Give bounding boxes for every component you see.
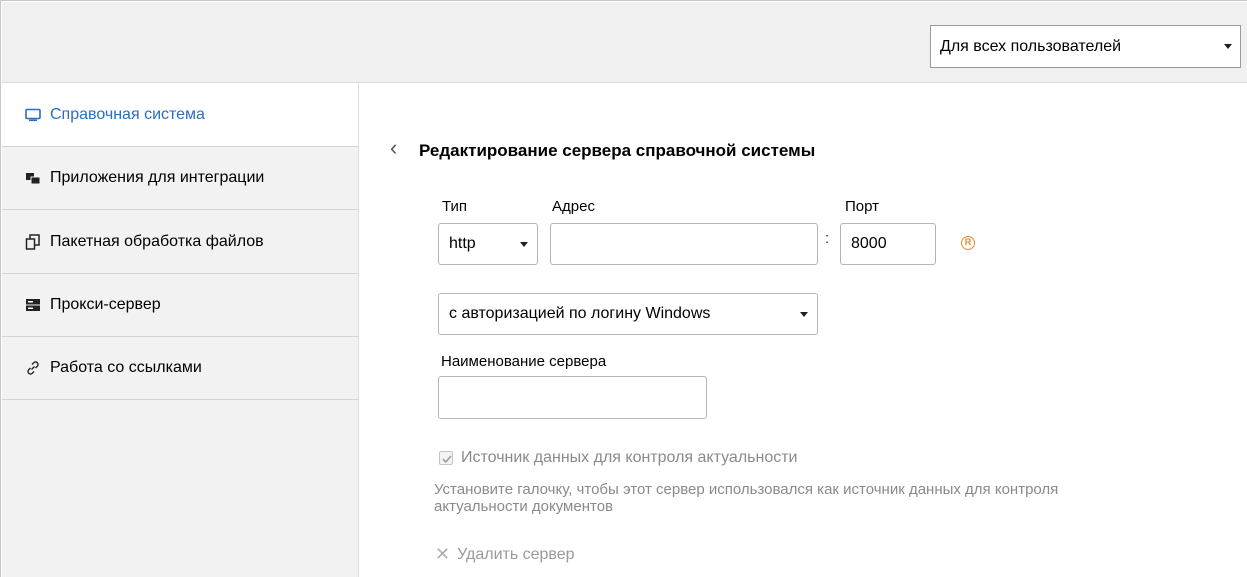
server-name-input[interactable]: [438, 376, 707, 419]
link-icon: [24, 359, 42, 377]
back-chevron-icon[interactable]: ‹: [390, 137, 397, 159]
sidebar-item-label: Пакетная обработка файлов: [50, 233, 264, 250]
user-scope-select[interactable]: Для всех пользователей: [930, 25, 1241, 68]
copy-icon: [24, 233, 42, 251]
type-select-value: http: [449, 235, 476, 252]
page-title: Редактирование сервера справочной систем…: [419, 141, 816, 160]
server-name-label: Наименование сервера: [441, 353, 607, 370]
sidebar-item-label: Прокси-сервер: [50, 296, 161, 313]
sidebar-item-batch-processing[interactable]: Пакетная обработка файлов: [2, 211, 358, 274]
port-input[interactable]: 8000: [840, 223, 936, 265]
sidebar-item-links[interactable]: Работа со ссылками: [2, 337, 358, 400]
sidebar-item-label: Справочная система: [50, 105, 205, 123]
header-bar: Для всех пользователей: [2, 2, 1247, 83]
sidebar-item-label: Приложения для интеграции: [50, 169, 265, 186]
sidebar: Справочная система Приложения для интегр…: [2, 83, 359, 577]
actuality-checkbox[interactable]: [439, 451, 453, 465]
auth-select[interactable]: с авторизацией по логину Windows: [438, 293, 818, 335]
chevron-down-icon: [520, 242, 528, 247]
sidebar-item-help-system[interactable]: Справочная система: [2, 83, 358, 147]
port-label: Порт: [845, 198, 880, 215]
port-input-value: 8000: [851, 235, 887, 252]
auth-select-value: с авторизацией по логину Windows: [449, 305, 711, 322]
sidebar-item-label: Работа со ссылками: [50, 359, 202, 376]
port-separator: :: [825, 230, 830, 247]
app-window: Для всех пользователей Справочная систем…: [0, 0, 1247, 577]
type-select[interactable]: http: [438, 223, 538, 265]
chevron-down-icon: [1224, 44, 1232, 49]
server-icon: [24, 296, 42, 314]
delete-server-label: Удалить сервер: [457, 545, 575, 563]
registered-icon: R: [961, 236, 975, 250]
sidebar-item-proxy-server[interactable]: Прокси-сервер: [2, 274, 358, 337]
checkmark-icon: [442, 455, 452, 464]
close-icon: ✕: [435, 544, 451, 564]
address-input[interactable]: [550, 223, 818, 265]
address-label: Адрес: [552, 198, 595, 215]
windows-icon: [24, 169, 42, 187]
user-scope-select-value: Для всех пользователей: [940, 38, 1122, 55]
chevron-down-icon: [800, 312, 808, 317]
monitor-icon: [24, 106, 42, 124]
actuality-checkbox-label: Источник данных для контроля актуальност…: [461, 449, 798, 466]
delete-server-button[interactable]: ✕ Удалить сервер: [435, 544, 575, 565]
actuality-hint: Установите галочку, чтобы этот сервер ис…: [434, 481, 1059, 515]
type-label: Тип: [442, 198, 468, 215]
sidebar-item-integration-apps[interactable]: Приложения для интеграции: [2, 147, 358, 210]
